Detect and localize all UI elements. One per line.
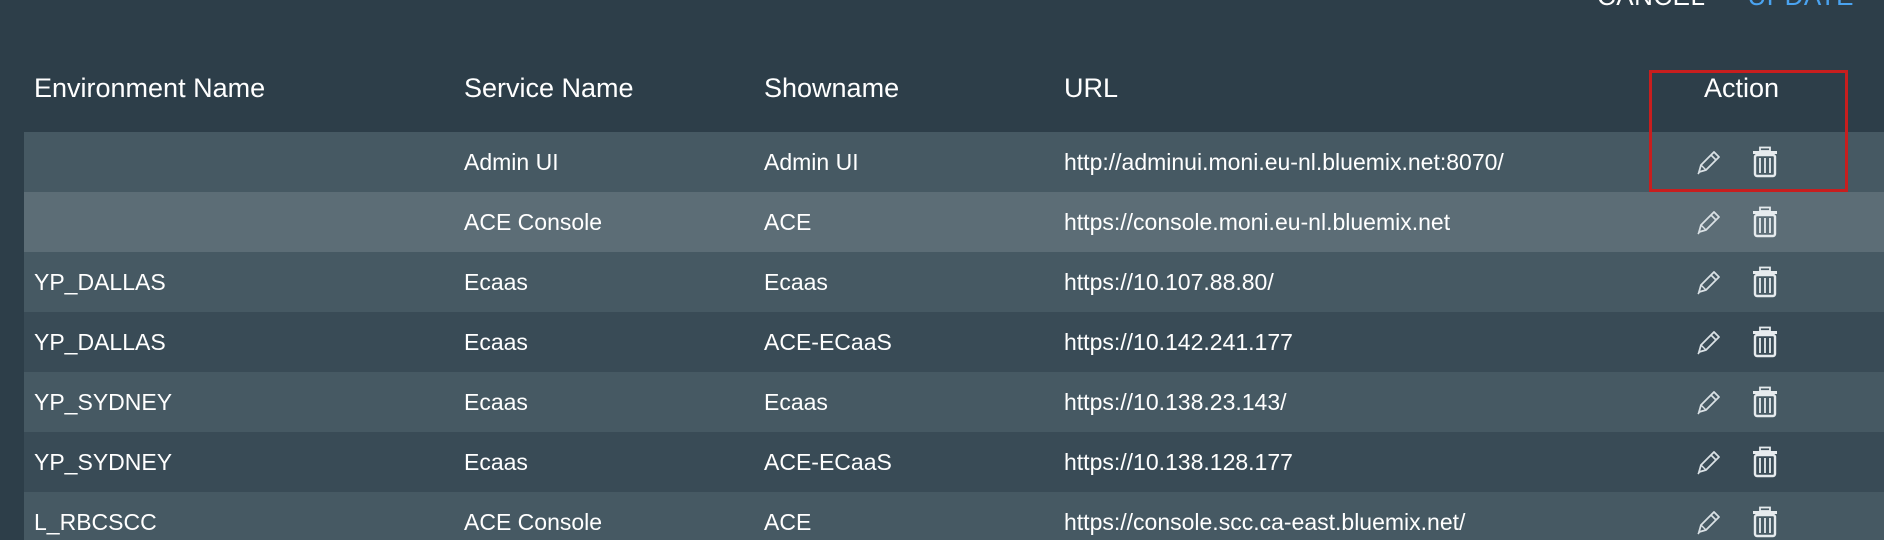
table-row: ACE Console ACE https://console.moni.eu-…: [24, 192, 1884, 252]
cell-service-name: Ecaas: [464, 269, 528, 295]
header-environment-name: Environment Name: [34, 73, 266, 103]
cell-service-name: ACE Console: [464, 509, 603, 535]
cell-service-name: ACE Console: [464, 209, 603, 235]
pencil-icon[interactable]: [1692, 505, 1726, 539]
cell-url: https://10.138.128.177: [1064, 449, 1293, 475]
cell-url: https://10.142.241.177: [1064, 329, 1293, 355]
header-service-name: Service Name: [464, 73, 634, 103]
page: CANCEL UPDATE Environment Name Service N…: [0, 0, 1884, 540]
table-row: YP_DALLAS Ecaas Ecaas https://10.107.88.…: [24, 252, 1884, 312]
cancel-button[interactable]: CANCEL: [1597, 0, 1705, 12]
row-actions: [1692, 132, 1782, 192]
cell-url: https://10.138.23.143/: [1064, 389, 1287, 415]
pencil-icon[interactable]: [1692, 145, 1726, 179]
cell-showname: ACE: [764, 509, 812, 535]
cell-service-name: Admin UI: [464, 149, 559, 175]
update-button[interactable]: UPDATE: [1747, 0, 1854, 12]
table-row: YP_SYDNEY Ecaas Ecaas https://10.138.23.…: [24, 372, 1884, 432]
pencil-icon[interactable]: [1692, 205, 1726, 239]
cell-showname: ACE-ECaaS: [764, 329, 892, 355]
table-row: L_RBCSCC ACE Console ACE https://console…: [24, 492, 1884, 540]
table-row: YP_DALLAS Ecaas ACE-ECaaS https://10.142…: [24, 312, 1884, 372]
services-table: Environment Name Service Name Showname U…: [24, 60, 1884, 540]
trash-icon[interactable]: [1748, 265, 1782, 299]
trash-icon[interactable]: [1748, 505, 1782, 539]
cell-service-name: Ecaas: [464, 449, 528, 475]
cell-service-name: Ecaas: [464, 389, 528, 415]
trash-icon[interactable]: [1748, 145, 1782, 179]
pencil-icon[interactable]: [1692, 445, 1726, 479]
row-actions: [1692, 492, 1782, 540]
top-actions: CANCEL UPDATE: [1597, 0, 1854, 12]
trash-icon[interactable]: [1748, 445, 1782, 479]
cell-url: https://10.107.88.80/: [1064, 269, 1274, 295]
cell-url: https://console.scc.ca-east.bluemix.net/: [1064, 509, 1466, 535]
cell-showname: ACE: [764, 209, 812, 235]
cell-showname: Ecaas: [764, 269, 828, 295]
cell-url: https://console.moni.eu-nl.bluemix.net: [1064, 209, 1451, 235]
header-showname: Showname: [764, 73, 900, 103]
table-body: Admin UI Admin UI http://adminui.moni.eu…: [24, 132, 1884, 540]
cell-environment-name: YP_DALLAS: [34, 329, 166, 355]
cell-showname: Ecaas: [764, 389, 828, 415]
table-row: YP_SYDNEY Ecaas ACE-ECaaS https://10.138…: [24, 432, 1884, 492]
row-actions: [1692, 252, 1782, 312]
trash-icon[interactable]: [1748, 205, 1782, 239]
pencil-icon[interactable]: [1692, 325, 1726, 359]
row-actions: [1692, 192, 1782, 252]
cell-service-name: Ecaas: [464, 329, 528, 355]
cell-environment-name: L_RBCSCC: [34, 509, 157, 535]
header-url: URL: [1064, 73, 1119, 103]
pencil-icon[interactable]: [1692, 265, 1726, 299]
row-actions: [1692, 372, 1782, 432]
row-actions: [1692, 312, 1782, 372]
cell-showname: ACE-ECaaS: [764, 449, 892, 475]
trash-icon[interactable]: [1748, 325, 1782, 359]
table-header: Environment Name Service Name Showname U…: [24, 60, 1884, 132]
trash-icon[interactable]: [1748, 385, 1782, 419]
cell-environment-name: YP_SYDNEY: [34, 449, 173, 475]
cell-environment-name: YP_DALLAS: [34, 269, 166, 295]
cell-url: http://adminui.moni.eu-nl.bluemix.net:80…: [1064, 149, 1504, 175]
cell-showname: Admin UI: [764, 149, 859, 175]
pencil-icon[interactable]: [1692, 385, 1726, 419]
row-actions: [1692, 432, 1782, 492]
header-action: Action: [1704, 73, 1780, 103]
cell-environment-name: YP_SYDNEY: [34, 389, 173, 415]
table-row: Admin UI Admin UI http://adminui.moni.eu…: [24, 132, 1884, 192]
